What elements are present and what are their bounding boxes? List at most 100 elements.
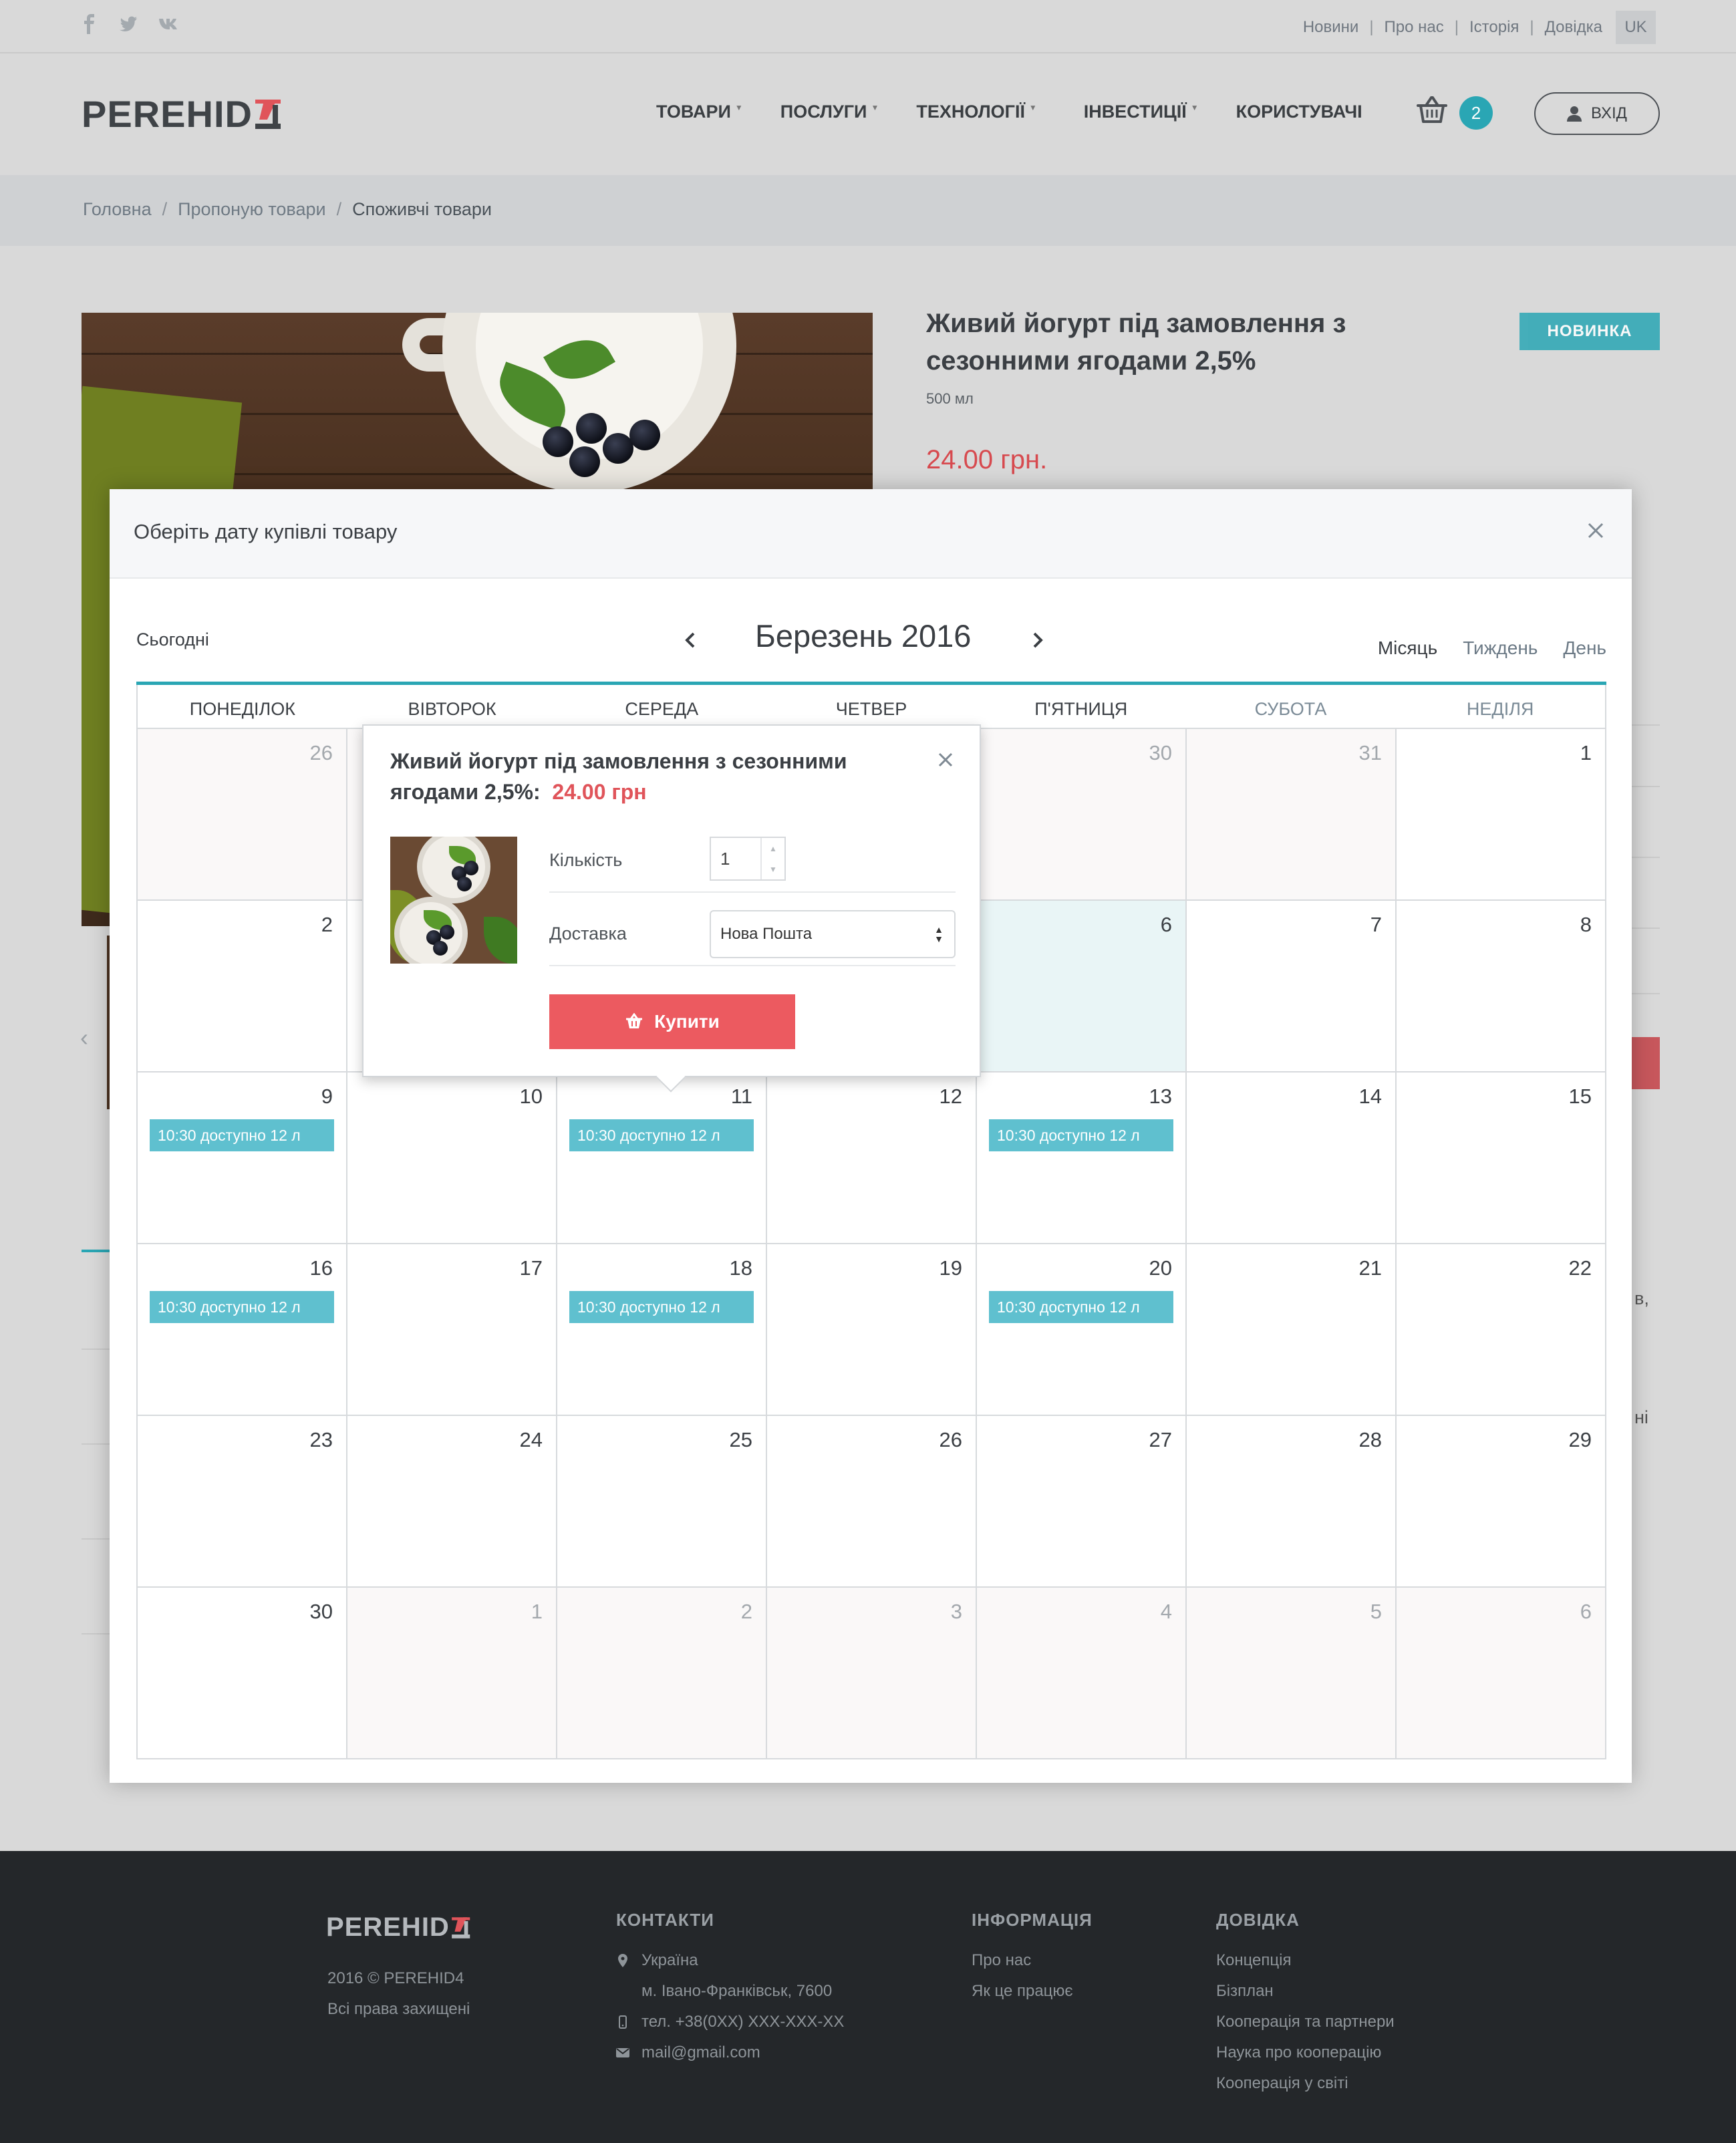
day-number: 17 (519, 1256, 543, 1280)
calendar-day-cell[interactable]: 26 (138, 729, 347, 901)
calendar-day-cell[interactable]: 18 10:30 доступно 12 л (557, 1244, 767, 1416)
new-badge: НОВИНКА (1520, 313, 1660, 350)
calendar-day-cell[interactable]: 2 (557, 1588, 767, 1759)
calendar-day-cell[interactable]: 16 10:30 доступно 12 л (138, 1244, 347, 1416)
nav-item-goods[interactable]: ТОВАРИ ▼ (656, 102, 743, 122)
login-button[interactable]: ВХІД (1534, 92, 1660, 135)
calendar-day-cell[interactable]: 30 (138, 1588, 347, 1759)
nav-label: КОРИСТУВАЧІ (1236, 102, 1362, 122)
breadcrumb-item-offers[interactable]: Пропоную товари (178, 199, 325, 220)
site-logo[interactable]: PEREHID (82, 92, 282, 136)
calendar-day-cell[interactable]: 17 (347, 1244, 557, 1416)
footer-link-cooperation-partners[interactable]: Кооперація та партнери (1216, 2007, 1395, 2037)
top-link-help[interactable]: Довідка (1545, 18, 1602, 37)
calendar-event[interactable]: 10:30 доступно 12 л (150, 1291, 334, 1323)
calendar-event[interactable]: 10:30 доступно 12 л (989, 1119, 1173, 1151)
calendar-day-cell[interactable]: 1 (347, 1588, 557, 1759)
today-button[interactable]: Сьогодні (136, 629, 209, 650)
nav-item-technologies[interactable]: ТЕХНОЛОГІЇ ▼ (916, 102, 1036, 122)
calendar-day-cell[interactable]: 5 (1187, 1588, 1397, 1759)
cart-count-badge[interactable]: 2 (1459, 96, 1493, 130)
top-links: Новини | Про нас | Історія | Довідка UK (1303, 11, 1656, 44)
top-link-history[interactable]: Історія (1469, 18, 1519, 37)
contact-email[interactable]: mail@gmail.com (616, 2037, 844, 2068)
footer-link-how-it-works[interactable]: Як це працює (972, 1976, 1093, 2007)
view-day-button[interactable]: День (1563, 637, 1606, 659)
view-week-button[interactable]: Тиждень (1463, 637, 1538, 659)
calendar-event[interactable]: 10:30 доступно 12 л (989, 1291, 1173, 1323)
basket-icon[interactable] (1415, 95, 1449, 126)
close-icon[interactable] (935, 750, 956, 770)
calendar-day-cell[interactable]: 6 (977, 901, 1187, 1073)
calendar-day-cell[interactable]: 4 (977, 1588, 1187, 1759)
background-text: в, (1634, 1288, 1649, 1308)
top-link-about[interactable]: Про нас (1385, 18, 1444, 37)
weekday-label: П'ЯТНИЦЯ (1034, 699, 1128, 719)
breadcrumb-separator: / (336, 199, 342, 219)
purchase-popover: Живий йогурт під замовлення з сезонними … (362, 724, 981, 1093)
nav-item-investments[interactable]: ІНВЕСТИЦІЇ ▼ (1084, 102, 1199, 122)
breadcrumb-item-home[interactable]: Головна (83, 199, 152, 220)
calendar-day-cell[interactable]: 20 10:30 доступно 12 л (977, 1244, 1187, 1416)
footer-heading: ДОВІДКА (1216, 1910, 1300, 1930)
stepper-up-icon[interactable]: ▲ (769, 844, 777, 853)
calendar-day-cell[interactable]: 19 (767, 1244, 977, 1416)
chevron-left-icon[interactable]: ‹ (80, 1024, 88, 1052)
calendar-day-cell[interactable]: 1 (1397, 729, 1606, 901)
close-icon[interactable] (1582, 517, 1609, 544)
calendar-day-cell[interactable]: 11 10:30 доступно 12 л (557, 1073, 767, 1244)
calendar-day-cell[interactable]: 25 (557, 1416, 767, 1588)
calendar-day-cell[interactable]: 3 (767, 1588, 977, 1759)
buy-button[interactable]: Купити (549, 994, 795, 1049)
chevron-right-icon[interactable] (1025, 623, 1052, 656)
calendar-day-cell[interactable]: 15 (1397, 1073, 1606, 1244)
footer-link-about[interactable]: Про нас (972, 1945, 1093, 1976)
calendar-day-cell[interactable]: 22 (1397, 1244, 1606, 1416)
calendar-day-cell[interactable]: 28 (1187, 1416, 1397, 1588)
calendar-day-cell[interactable]: 30 (977, 729, 1187, 901)
nav-item-services[interactable]: ПОСЛУГИ ▼ (780, 102, 879, 122)
chevron-left-icon[interactable] (676, 623, 703, 656)
stepper-down-icon[interactable]: ▼ (769, 865, 777, 874)
twitter-icon[interactable] (119, 13, 138, 38)
calendar-day-cell[interactable]: 2 (138, 901, 347, 1073)
breadcrumb-item-current: Споживчі товари (352, 199, 492, 219)
divider (549, 891, 956, 893)
facebook-icon[interactable] (80, 13, 99, 38)
nav-item-users[interactable]: КОРИСТУВАЧІ (1236, 102, 1362, 122)
calendar-day-cell[interactable]: 23 (138, 1416, 347, 1588)
footer-link-cooperation-science[interactable]: Наука про кооперацію (1216, 2037, 1395, 2068)
calendar-day-cell[interactable]: 24 (347, 1416, 557, 1588)
calendar-event[interactable]: 10:30 доступно 12 л (150, 1119, 334, 1151)
top-bar: Новини | Про нас | Історія | Довідка UK (0, 0, 1736, 53)
select-arrows-icon: ▲ ▼ (934, 924, 944, 944)
calendar-day-cell[interactable]: 29 (1397, 1416, 1606, 1588)
calendar-event[interactable]: 10:30 доступно 12 л (569, 1291, 754, 1323)
quantity-value[interactable]: 1 (711, 838, 760, 879)
footer-link-concept[interactable]: Концепція (1216, 1945, 1395, 1976)
calendar-day-cell[interactable]: 26 (767, 1416, 977, 1588)
calendar-day-cell[interactable]: 14 (1187, 1073, 1397, 1244)
day-number: 13 (1149, 1085, 1172, 1108)
calendar-day-cell[interactable]: 12 (767, 1073, 977, 1244)
footer-link-cooperation-world[interactable]: Кооперація у світі (1216, 2068, 1395, 2099)
day-number: 2 (740, 1600, 752, 1623)
calendar-day-cell[interactable]: 31 (1187, 729, 1397, 901)
calendar-day-cell[interactable]: 27 (977, 1416, 1187, 1588)
language-switcher[interactable]: UK (1616, 11, 1656, 44)
delivery-select[interactable]: Нова Пошта ▲ ▼ (710, 910, 956, 958)
calendar-day-cell[interactable]: 7 (1187, 901, 1397, 1073)
view-month-button[interactable]: Місяць (1378, 637, 1437, 659)
calendar-day-cell[interactable]: 6 (1397, 1588, 1606, 1759)
calendar-event[interactable]: 10:30 доступно 12 л (569, 1119, 754, 1151)
top-link-news[interactable]: Новини (1303, 18, 1359, 37)
vk-icon[interactable] (158, 17, 180, 35)
calendar-day-cell[interactable]: 8 (1397, 901, 1606, 1073)
calendar-day-cell[interactable]: 10 (347, 1073, 557, 1244)
calendar-day-cell[interactable]: 21 (1187, 1244, 1397, 1416)
quantity-stepper[interactable]: 1 ▲ ▼ (710, 837, 786, 881)
footer-link-business-plan[interactable]: Бізплан (1216, 1976, 1395, 2007)
calendar-day-cell[interactable]: 9 10:30 доступно 12 л (138, 1073, 347, 1244)
calendar-day-cell[interactable]: 13 10:30 доступно 12 л (977, 1073, 1187, 1244)
footer-logo[interactable]: PEREHID (326, 1912, 471, 1943)
